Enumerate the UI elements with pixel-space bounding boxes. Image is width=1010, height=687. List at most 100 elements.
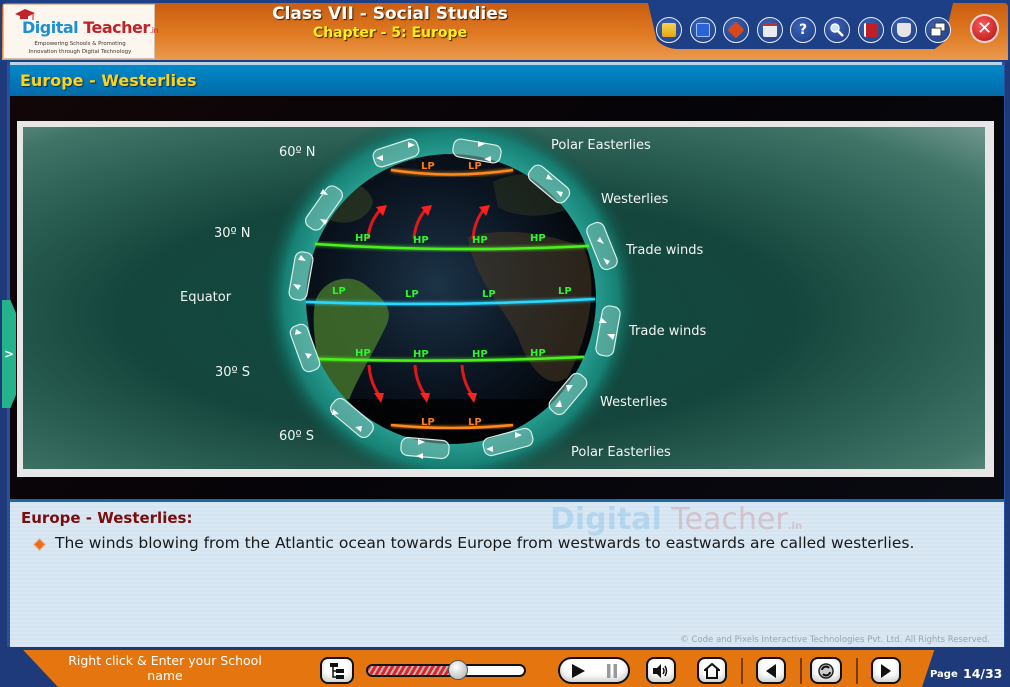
wind-label-westerlies-north: Westerlies — [601, 192, 669, 207]
replay-icon — [818, 662, 834, 679]
home-button[interactable] — [697, 657, 727, 684]
magnifier-icon — [830, 23, 844, 37]
question-icon: ? — [798, 22, 808, 38]
pressure-label-60s: LP — [421, 417, 435, 428]
section-header: Europe - Westerlies — [10, 65, 1004, 96]
digital-teacher-logo: Digital Teacher.in Empowering Schools & … — [3, 4, 159, 59]
index-button[interactable] — [320, 657, 354, 684]
course-title: Class VII - Social Studies — [272, 4, 508, 24]
folder-clock-icon — [662, 23, 676, 37]
triangle-right-icon — [881, 663, 891, 678]
play-pause-control — [558, 657, 630, 684]
pressure-label-30n: HP — [472, 235, 488, 246]
logo-digital: Digital — [22, 18, 79, 37]
logo-tagline-1: Empowering Schools & Promoting — [34, 41, 126, 47]
logo-tagline-2: Innovation through Digital Technology — [28, 49, 132, 55]
triangle-left-icon — [766, 663, 776, 678]
search-button[interactable] — [824, 17, 850, 43]
footer-bar: Right click & Enter your School name Pag… — [0, 650, 1010, 687]
media-progress-handle[interactable] — [448, 660, 469, 680]
pressure-label-30s: HP — [413, 349, 429, 360]
watermark-logo: Digital Teacher.in — [550, 502, 802, 537]
book-icon — [864, 23, 878, 37]
open-book-icon — [897, 23, 911, 37]
footer-divider — [741, 658, 743, 684]
watermark-teacher: Teacher — [661, 502, 788, 537]
tree-index-icon — [330, 662, 344, 679]
wind-label-trade-winds-north: Trade winds — [626, 243, 704, 258]
pen-board-icon — [727, 21, 745, 39]
latitude-label-60s: 60º S — [279, 429, 315, 444]
worksheet-button[interactable] — [757, 17, 783, 43]
previous-page-button[interactable] — [756, 657, 786, 684]
notebook-icon — [696, 23, 710, 37]
drawing-board-button[interactable] — [723, 17, 749, 43]
section-title: Europe - Westerlies — [20, 71, 197, 90]
glossary-button[interactable] — [891, 17, 917, 43]
media-progress-fill — [368, 666, 459, 675]
latitude-label-equator: Equator — [180, 290, 232, 305]
play-icon[interactable] — [570, 663, 586, 679]
latitude-label-60n: 60º N — [279, 145, 316, 160]
help-button[interactable]: ? — [790, 17, 816, 43]
logo-teacher: Teacher — [78, 18, 150, 37]
pressure-label-equator: LP — [558, 286, 572, 297]
close-button[interactable]: ✕ — [970, 14, 999, 43]
school-name-prompt[interactable]: Right click & Enter your School name — [55, 653, 275, 683]
latitude-label-30n: 30º N — [214, 226, 251, 241]
pressure-label-30n: HP — [355, 233, 371, 244]
media-progress-slider[interactable] — [366, 664, 526, 677]
notes-panel: Digital Teacher.in Europe - Westerlies: … — [10, 499, 1004, 647]
pressure-label-60n: LP — [468, 161, 482, 172]
notes-title: Europe - Westerlies: — [21, 509, 193, 527]
logo-wordmark: Digital Teacher.in — [22, 18, 159, 37]
wind-label-polar-easterlies-south: Polar Easterlies — [571, 445, 671, 460]
pressure-label-30s: HP — [355, 348, 371, 359]
pressure-label-30n: HP — [530, 233, 546, 244]
dictionary-button[interactable] — [858, 17, 884, 43]
pressure-label-60n: LP — [421, 161, 435, 172]
window-toggle-button[interactable] — [925, 17, 951, 43]
pressure-label-30s: HP — [530, 348, 546, 359]
home-icon — [704, 662, 720, 679]
close-icon: ✕ — [976, 18, 993, 39]
header-bar: Digital Teacher.in Empowering Schools & … — [0, 0, 1010, 62]
watermark-digital: Digital — [550, 502, 662, 537]
globe-illustration — [261, 127, 641, 469]
page-label: Page — [930, 669, 958, 680]
pressure-label-equator: LP — [405, 289, 419, 300]
worksheet-icon — [763, 23, 777, 37]
footer-wedge-left — [0, 650, 58, 687]
chevron-right-icon: > — [3, 347, 15, 361]
watermark-suffix: .in — [787, 521, 803, 532]
window-restore-icon — [930, 22, 946, 37]
notes-bullet-text: The winds blowing from the Atlantic ocea… — [55, 534, 915, 552]
planetary-winds-diagram: 60º N 30º N Equator 30º S 60º S Polar Ea… — [23, 127, 985, 469]
latitude-label-30s: 30º S — [215, 365, 251, 380]
progress-report-button[interactable] — [656, 17, 682, 43]
footer-divider — [856, 658, 858, 684]
speaker-icon — [653, 663, 668, 678]
pressure-label-equator: LP — [482, 289, 496, 300]
pressure-label-30s: HP — [472, 349, 488, 360]
diagram-frame: 60º N 30º N Equator 30º S 60º S Polar Ea… — [17, 121, 994, 477]
pressure-label-equator: LP — [332, 286, 346, 297]
logo-suffix: .in — [149, 26, 159, 35]
diamond-bullet-icon — [33, 538, 46, 551]
wind-cell-polar-s-1 — [400, 436, 450, 460]
next-page-button[interactable] — [871, 657, 901, 684]
page-number: 14/33 — [963, 666, 1003, 681]
footer-divider — [800, 658, 802, 684]
notebook-button[interactable] — [690, 17, 716, 43]
side-panel-toggle[interactable]: > — [2, 300, 16, 408]
copyright-text: © Code and Pixels Interactive Technologi… — [680, 635, 990, 645]
chapter-title: Chapter - 5: Europe — [312, 25, 468, 41]
wind-label-westerlies-south: Westerlies — [600, 395, 668, 410]
wind-label-trade-winds-south: Trade winds — [629, 324, 707, 339]
volume-button[interactable] — [646, 657, 676, 684]
replay-button[interactable] — [810, 657, 842, 684]
pause-icon[interactable] — [606, 663, 618, 679]
wind-label-polar-easterlies-north: Polar Easterlies — [551, 138, 651, 153]
pressure-label-60s: LP — [468, 417, 482, 428]
pressure-label-30n: HP — [413, 235, 429, 246]
